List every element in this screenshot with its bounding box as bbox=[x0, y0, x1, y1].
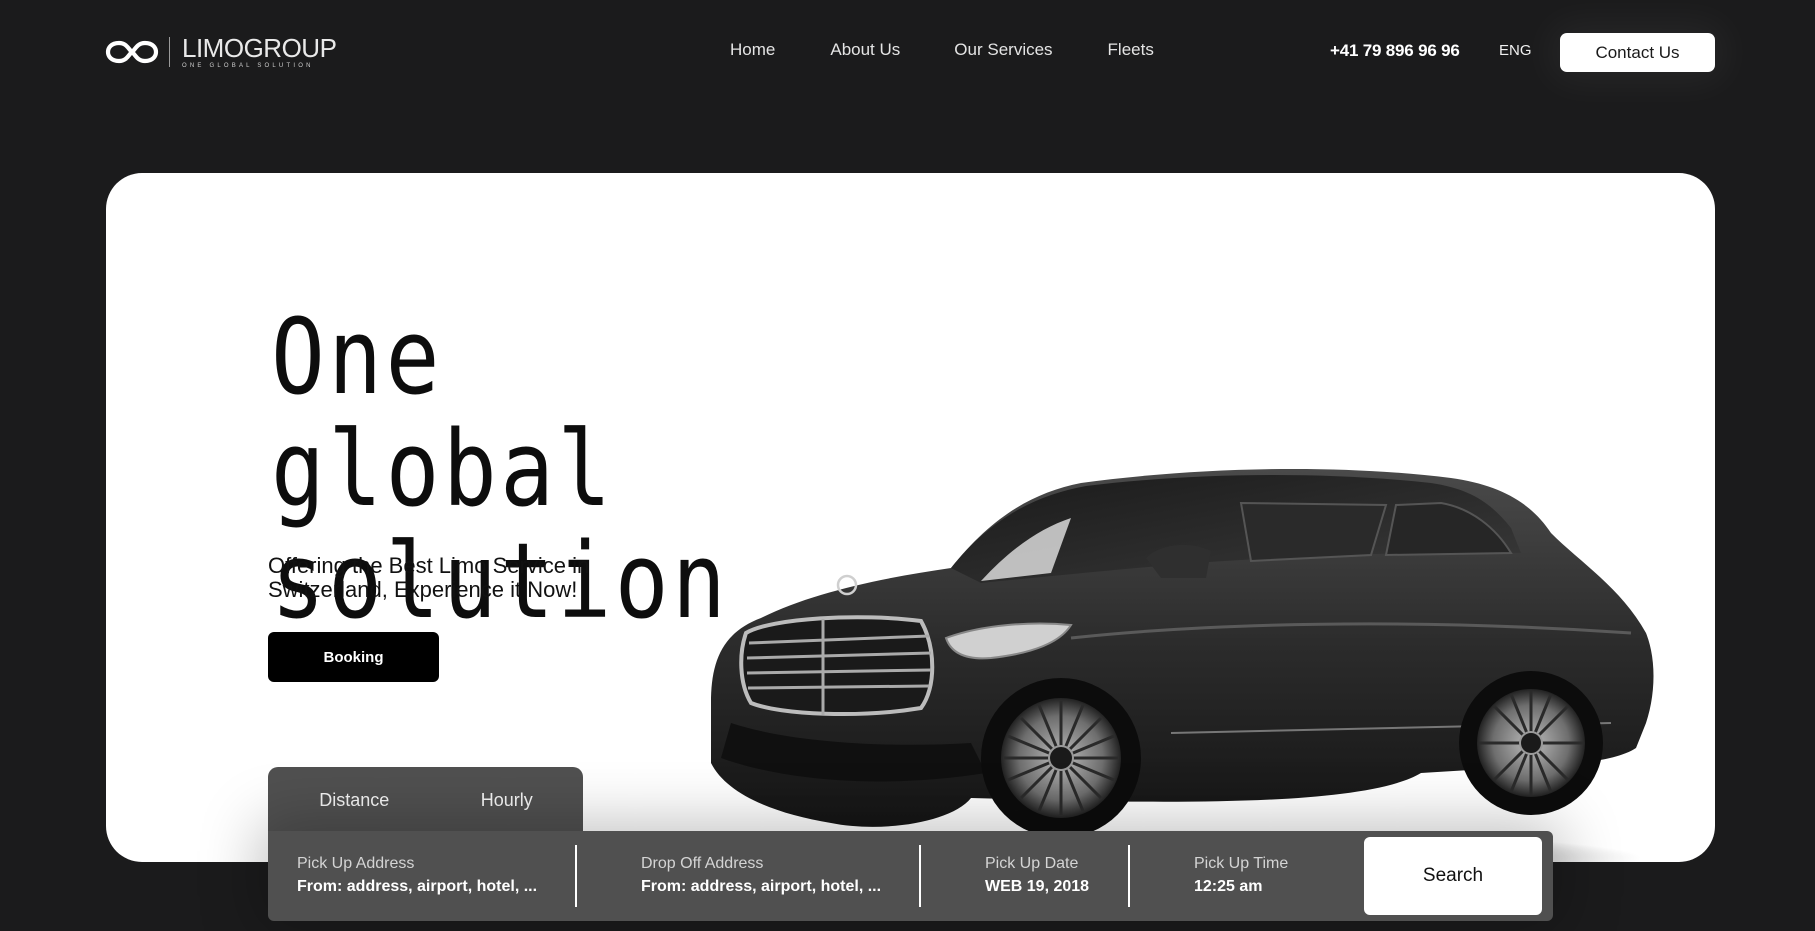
pickup-address-value[interactable]: From: address, airport, hotel, ... bbox=[297, 878, 537, 896]
dropoff-address-label: Drop Off Address bbox=[641, 855, 764, 872]
field-divider bbox=[1128, 845, 1130, 907]
main-nav: Home About Us Our Services Fleets bbox=[730, 40, 1209, 60]
tab-hourly[interactable]: Hourly bbox=[431, 767, 584, 837]
booking-type-tabs: Distance Hourly bbox=[268, 767, 583, 837]
pickup-date-label: Pick Up Date bbox=[985, 855, 1079, 872]
logo[interactable]: LIMOGROUP ONE GLOBAL SOLUTION bbox=[105, 33, 337, 69]
language-selector[interactable]: ENG bbox=[1499, 42, 1532, 59]
contact-us-button[interactable]: Contact Us bbox=[1560, 33, 1715, 72]
tab-distance[interactable]: Distance bbox=[268, 767, 431, 837]
dropoff-address-field[interactable]: Drop Off Address From: address, airport,… bbox=[641, 855, 881, 896]
brand-tagline: ONE GLOBAL SOLUTION bbox=[182, 63, 314, 69]
nav-item-about-us[interactable]: About Us bbox=[830, 40, 900, 60]
field-divider bbox=[575, 845, 577, 907]
search-bar: Pick Up Address From: address, airport, … bbox=[268, 831, 1553, 921]
pickup-address-field[interactable]: Pick Up Address From: address, airport, … bbox=[297, 855, 537, 896]
pickup-time-field[interactable]: Pick Up Time 12:25 am bbox=[1194, 855, 1288, 896]
booking-button[interactable]: Booking bbox=[268, 632, 439, 682]
hero-card: One global solution Offering the Best Li… bbox=[106, 173, 1715, 862]
brand-name: LIMOGROUP bbox=[182, 33, 337, 63]
infinity-icon bbox=[105, 40, 159, 64]
logo-divider bbox=[169, 37, 170, 67]
pickup-date-value[interactable]: WEB 19, 2018 bbox=[985, 878, 1089, 896]
car-image bbox=[701, 468, 1654, 862]
site-header: LIMOGROUP ONE GLOBAL SOLUTION Home About… bbox=[0, 0, 1815, 104]
search-button[interactable]: Search bbox=[1364, 837, 1542, 915]
field-divider bbox=[919, 845, 921, 907]
hero-subtitle-line-2: Switzerland, Experience it Now! bbox=[268, 577, 578, 602]
nav-item-fleets[interactable]: Fleets bbox=[1108, 40, 1154, 60]
hero-subtitle-line-1: Offering the Best Limo Service in bbox=[268, 553, 590, 578]
pickup-time-label: Pick Up Time bbox=[1194, 855, 1289, 872]
dropoff-address-value[interactable]: From: address, airport, hotel, ... bbox=[641, 878, 881, 896]
phone-number[interactable]: +41 79 896 96 96 bbox=[1330, 41, 1460, 61]
nav-item-home[interactable]: Home bbox=[730, 40, 775, 60]
pickup-date-field[interactable]: Pick Up Date WEB 19, 2018 bbox=[985, 855, 1089, 896]
hero-subtitle: Offering the Best Limo Service in Switze… bbox=[268, 554, 688, 602]
nav-item-our-services[interactable]: Our Services bbox=[954, 40, 1052, 60]
hero-title-line-1: One global bbox=[271, 296, 615, 530]
pickup-time-value[interactable]: 12:25 am bbox=[1194, 878, 1288, 896]
pickup-address-label: Pick Up Address bbox=[297, 855, 415, 872]
logo-text: LIMOGROUP ONE GLOBAL SOLUTION bbox=[182, 33, 337, 69]
